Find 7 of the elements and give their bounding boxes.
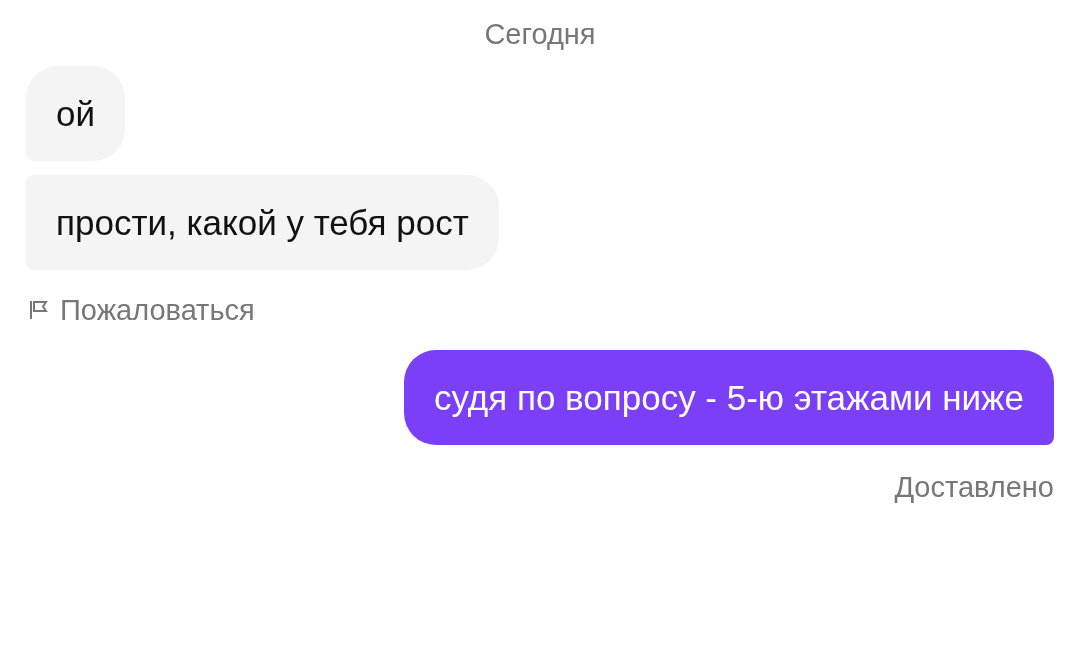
message-bubble: ой bbox=[26, 66, 126, 161]
message-bubble: прости, какой у тебя рост bbox=[26, 175, 499, 270]
delivery-status: Доставлено bbox=[894, 470, 1054, 505]
flag-icon bbox=[28, 299, 50, 321]
date-divider: Сегодня bbox=[483, 17, 597, 52]
message-bubble: судя по вопросу - 5-ю этажами ниже bbox=[404, 350, 1054, 445]
report-link[interactable]: Пожаловаться bbox=[28, 290, 255, 330]
